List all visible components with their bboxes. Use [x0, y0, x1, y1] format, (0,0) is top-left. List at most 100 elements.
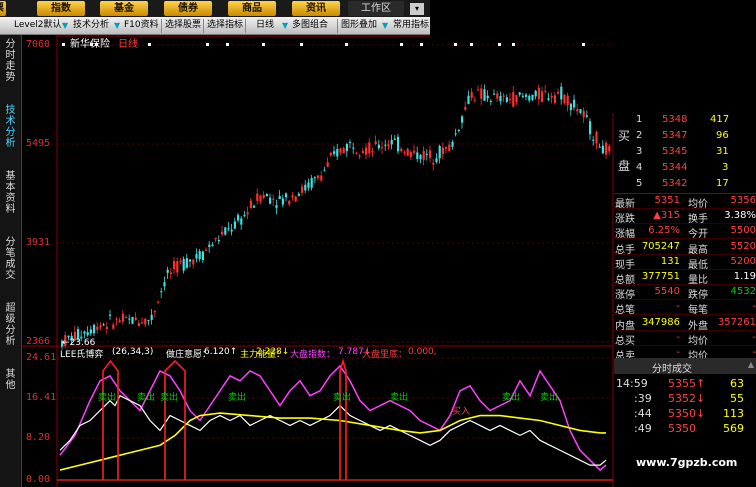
price-y-label: 3931 — [26, 237, 51, 248]
quote-value: 5540 — [654, 286, 680, 298]
price-y-label: 7060 — [26, 39, 51, 50]
quote-value: 5200 — [730, 255, 756, 267]
candle-body — [416, 152, 419, 159]
quote-value: - — [676, 301, 680, 313]
candle-body — [256, 193, 259, 201]
bid-level: 1 — [636, 114, 643, 125]
tick-panel: 分时成交 ▲ 14:59 5355↑ 63:39 5352↓ 55:44 5350↓ 113… — [614, 358, 756, 487]
quote-row: 最新 5351 均价 5356 — [614, 194, 756, 210]
candle-body — [569, 103, 572, 111]
candle-body — [361, 151, 364, 153]
bid-price: 5348 — [662, 114, 688, 125]
candle-body — [432, 162, 435, 165]
candle-body — [317, 175, 320, 179]
candle-body — [112, 324, 115, 329]
quote-label: 最新 — [615, 199, 635, 210]
candle-body — [531, 94, 534, 100]
candle-body — [598, 146, 601, 148]
candle-body — [502, 95, 505, 97]
quote-value: 5500 — [730, 225, 756, 237]
candle-body — [265, 193, 268, 197]
event-marker — [400, 43, 403, 46]
candle-body — [576, 109, 579, 112]
candle-body — [438, 145, 441, 159]
bid-price: 5345 — [662, 146, 688, 157]
chart-period: 日线 — [118, 39, 138, 50]
candle-body — [205, 249, 208, 251]
candle-body — [547, 98, 550, 100]
bid-level: 3 — [636, 146, 643, 157]
event-marker — [206, 43, 209, 46]
tick-volume: 63 — [730, 377, 744, 390]
tick-price: 5350 — [668, 422, 696, 435]
indicator-y-label: 16.41 — [26, 392, 57, 403]
tick-time: :39 — [634, 392, 652, 405]
candle-body — [227, 228, 230, 230]
quote-label: 最高 — [688, 244, 708, 256]
candle-body — [512, 92, 515, 107]
candle-body — [102, 324, 105, 326]
candle-body — [217, 240, 220, 242]
event-marker — [420, 43, 423, 46]
candle-body — [483, 89, 486, 101]
candle-body — [582, 111, 585, 117]
sell-signal-label: 卖出 — [98, 393, 117, 403]
candle-body — [230, 229, 233, 232]
candle-body — [144, 318, 147, 325]
quote-label: 最低 — [688, 259, 708, 271]
candle-body — [115, 318, 118, 320]
quote-label: 外盘 — [688, 320, 708, 332]
candle-body — [557, 91, 560, 94]
candle-body — [201, 251, 204, 261]
candle-body — [118, 320, 121, 323]
quote-panel: 买 盘 1 5348 417 2 5347 96 3 5345 31 4 534… — [614, 113, 756, 362]
candle-body — [448, 144, 451, 152]
indicator-y-label: 8.20 — [26, 432, 51, 443]
sell-signal-label: 卖出 — [502, 393, 521, 403]
quote-value: 131 — [660, 255, 680, 267]
candle-body — [550, 96, 553, 98]
candle-body — [451, 141, 454, 147]
candle-body — [326, 162, 329, 167]
quote-value: 4532 — [730, 286, 756, 298]
candle-body — [541, 91, 544, 102]
candle-body — [477, 89, 480, 91]
event-marker — [582, 43, 585, 46]
quote-label: 量比 — [688, 275, 708, 286]
bid-row: 5 5342 17 — [614, 177, 756, 193]
candle-body — [189, 259, 192, 262]
candle-body — [489, 101, 492, 103]
candle-body — [166, 269, 169, 273]
candle-body — [390, 139, 393, 145]
candle-body — [307, 182, 310, 188]
quote-row: 总额 377751 量比 1.19 — [614, 270, 756, 286]
candle-body — [150, 314, 153, 320]
candle-body — [595, 131, 598, 144]
bid-price: 5344 — [662, 162, 688, 173]
candle-body — [182, 258, 185, 271]
candle-body — [208, 244, 211, 248]
candle-body — [349, 142, 352, 144]
tick-time: :49 — [634, 422, 652, 435]
candle-body — [96, 326, 99, 330]
candle-body — [249, 200, 252, 209]
candle-body — [192, 259, 195, 265]
quote-row: 总笔 - 每笔 - — [614, 300, 756, 316]
scroll-arrow-icon[interactable]: ▲ — [748, 360, 754, 369]
bid-row: 3 5345 31 — [614, 145, 756, 161]
candle-body — [480, 88, 483, 99]
tick-volume: 113 — [723, 407, 744, 420]
candle-body — [121, 313, 124, 322]
candle-body — [381, 147, 384, 149]
tick-row: :44 5350↓ 113 — [614, 406, 756, 422]
candle-body — [461, 116, 464, 123]
bid-row: 1 5348 417 — [614, 113, 756, 129]
candle-body — [301, 186, 304, 193]
candle-body — [211, 244, 214, 247]
candle-body — [269, 197, 272, 204]
candle-body — [384, 144, 387, 146]
candle-body — [470, 92, 473, 98]
candle-body — [339, 148, 342, 153]
candle-body — [169, 272, 172, 275]
candle-body — [176, 261, 179, 273]
